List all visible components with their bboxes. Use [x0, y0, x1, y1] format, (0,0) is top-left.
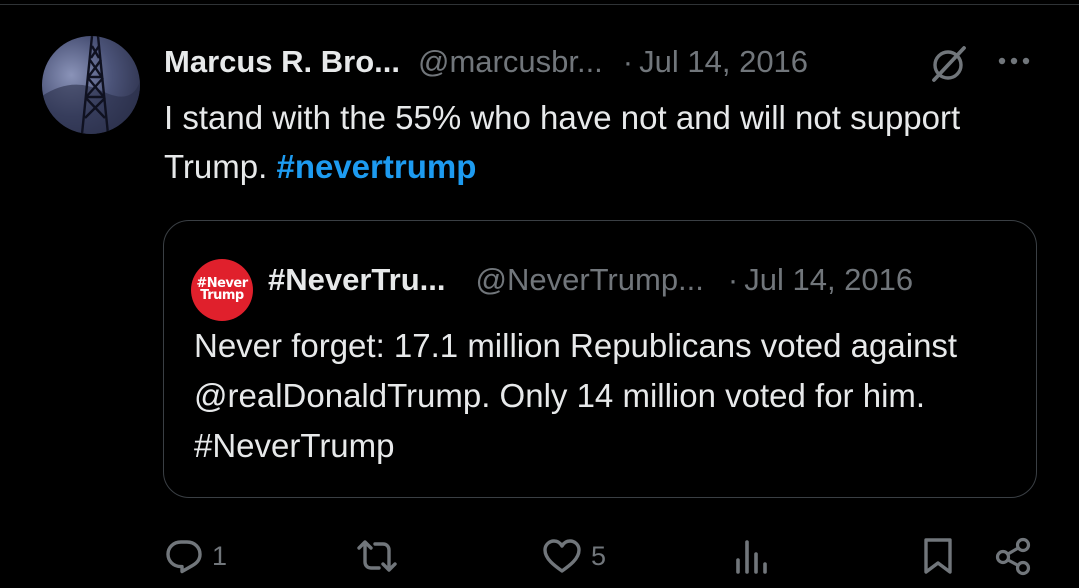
quoted-author-avatar[interactable]: #Never Trump — [191, 259, 253, 321]
views-button[interactable] — [732, 534, 780, 578]
quoted-author-name[interactable]: #NeverTru... — [268, 262, 445, 298]
quoted-author-handle[interactable]: @NeverTrump... — [475, 262, 703, 298]
quoted-tweet-date[interactable]: Jul 14, 2016 — [744, 262, 913, 298]
tweet-hashtag-link[interactable]: #nevertrump — [276, 148, 476, 185]
grok-icon[interactable] — [928, 44, 968, 84]
share-icon — [994, 536, 1034, 576]
tweet-date[interactable]: Jul 14, 2016 — [639, 44, 808, 80]
quoted-separator-dot: · — [727, 262, 739, 297]
bookmark-button[interactable] — [920, 534, 956, 578]
bookmark-icon — [920, 536, 956, 576]
views-icon — [732, 536, 772, 576]
separator-dot: · — [622, 44, 634, 79]
like-button[interactable]: 5 — [541, 534, 606, 578]
retweet-button[interactable] — [355, 534, 407, 578]
quoted-tweet-card[interactable]: #Never Trump #NeverTru... @NeverTrump...… — [163, 220, 1037, 498]
top-divider — [0, 4, 1079, 5]
more-icon[interactable] — [994, 46, 1034, 76]
quoted-avatar-text-line2: Trump — [200, 288, 244, 303]
reply-button[interactable]: 1 — [164, 534, 227, 578]
author-avatar[interactable] — [42, 36, 140, 134]
tweet-text: I stand with the 55% who have not and wi… — [164, 93, 1004, 191]
like-count: 5 — [591, 540, 607, 571]
quoted-tweet-header: #NeverTru... @NeverTrump... · Jul 14, 20… — [268, 259, 913, 301]
reply-count: 1 — [212, 540, 228, 571]
author-handle[interactable]: @marcusbr... — [418, 44, 603, 80]
retweet-icon — [355, 536, 399, 576]
share-button[interactable] — [994, 534, 1034, 578]
reply-icon — [164, 536, 204, 576]
heart-icon — [541, 536, 583, 576]
quoted-tweet-text: Never forget: 17.1 million Republicans v… — [194, 327, 958, 464]
tweet-header: Marcus R. Bro... @marcusbr... · Jul 14, … — [164, 40, 808, 84]
author-name[interactable]: Marcus R. Bro... — [164, 44, 400, 80]
